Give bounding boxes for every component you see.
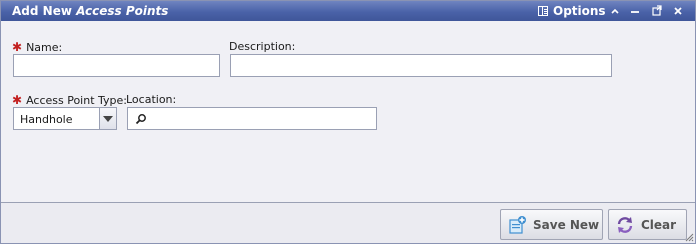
form-footer: Save New Clear	[1, 202, 695, 243]
clear-button[interactable]: Clear	[608, 209, 687, 240]
location-label: Location:	[126, 93, 177, 106]
window-title: Add New Access Points	[12, 4, 168, 18]
add-document-icon	[509, 215, 526, 234]
access-point-form: ✱ Name: Description: ✱ Access Point Type: …	[1, 22, 695, 202]
access-point-window: Add New Access Points Options ✱ Name: Des…	[0, 0, 696, 244]
access-point-type-label: ✱ Access Point Type:	[12, 93, 127, 107]
name-input[interactable]	[13, 54, 220, 77]
description-input[interactable]	[230, 54, 612, 77]
popout-icon[interactable]	[651, 4, 663, 18]
access-point-type-value: Handhole	[20, 113, 73, 126]
window-title-entity: Access Points	[76, 4, 169, 18]
options-label: Options	[553, 4, 606, 18]
clear-label: Clear	[641, 217, 677, 232]
close-icon[interactable]	[672, 4, 684, 18]
required-marker: ✱	[12, 93, 23, 107]
collapse-icon[interactable]	[609, 4, 621, 18]
search-icon[interactable]	[135, 113, 147, 125]
description-label: Description:	[229, 40, 296, 53]
name-label: ✱ Name:	[12, 40, 63, 54]
options-list-icon	[538, 6, 548, 16]
resize-grip-icon[interactable]	[684, 232, 694, 242]
window-title-prefix: Add New	[12, 4, 72, 18]
options-button[interactable]: Options	[538, 4, 606, 18]
save-new-label: Save New	[533, 217, 600, 232]
location-input[interactable]	[127, 107, 377, 130]
save-new-button[interactable]: Save New	[500, 209, 603, 240]
minimize-icon[interactable]	[629, 4, 641, 18]
chevron-down-icon[interactable]	[99, 108, 116, 129]
window-titlebar: Add New Access Points Options	[1, 1, 695, 21]
required-marker: ✱	[12, 40, 23, 54]
access-point-type-select[interactable]: Handhole	[13, 107, 117, 130]
refresh-icon	[617, 216, 633, 233]
